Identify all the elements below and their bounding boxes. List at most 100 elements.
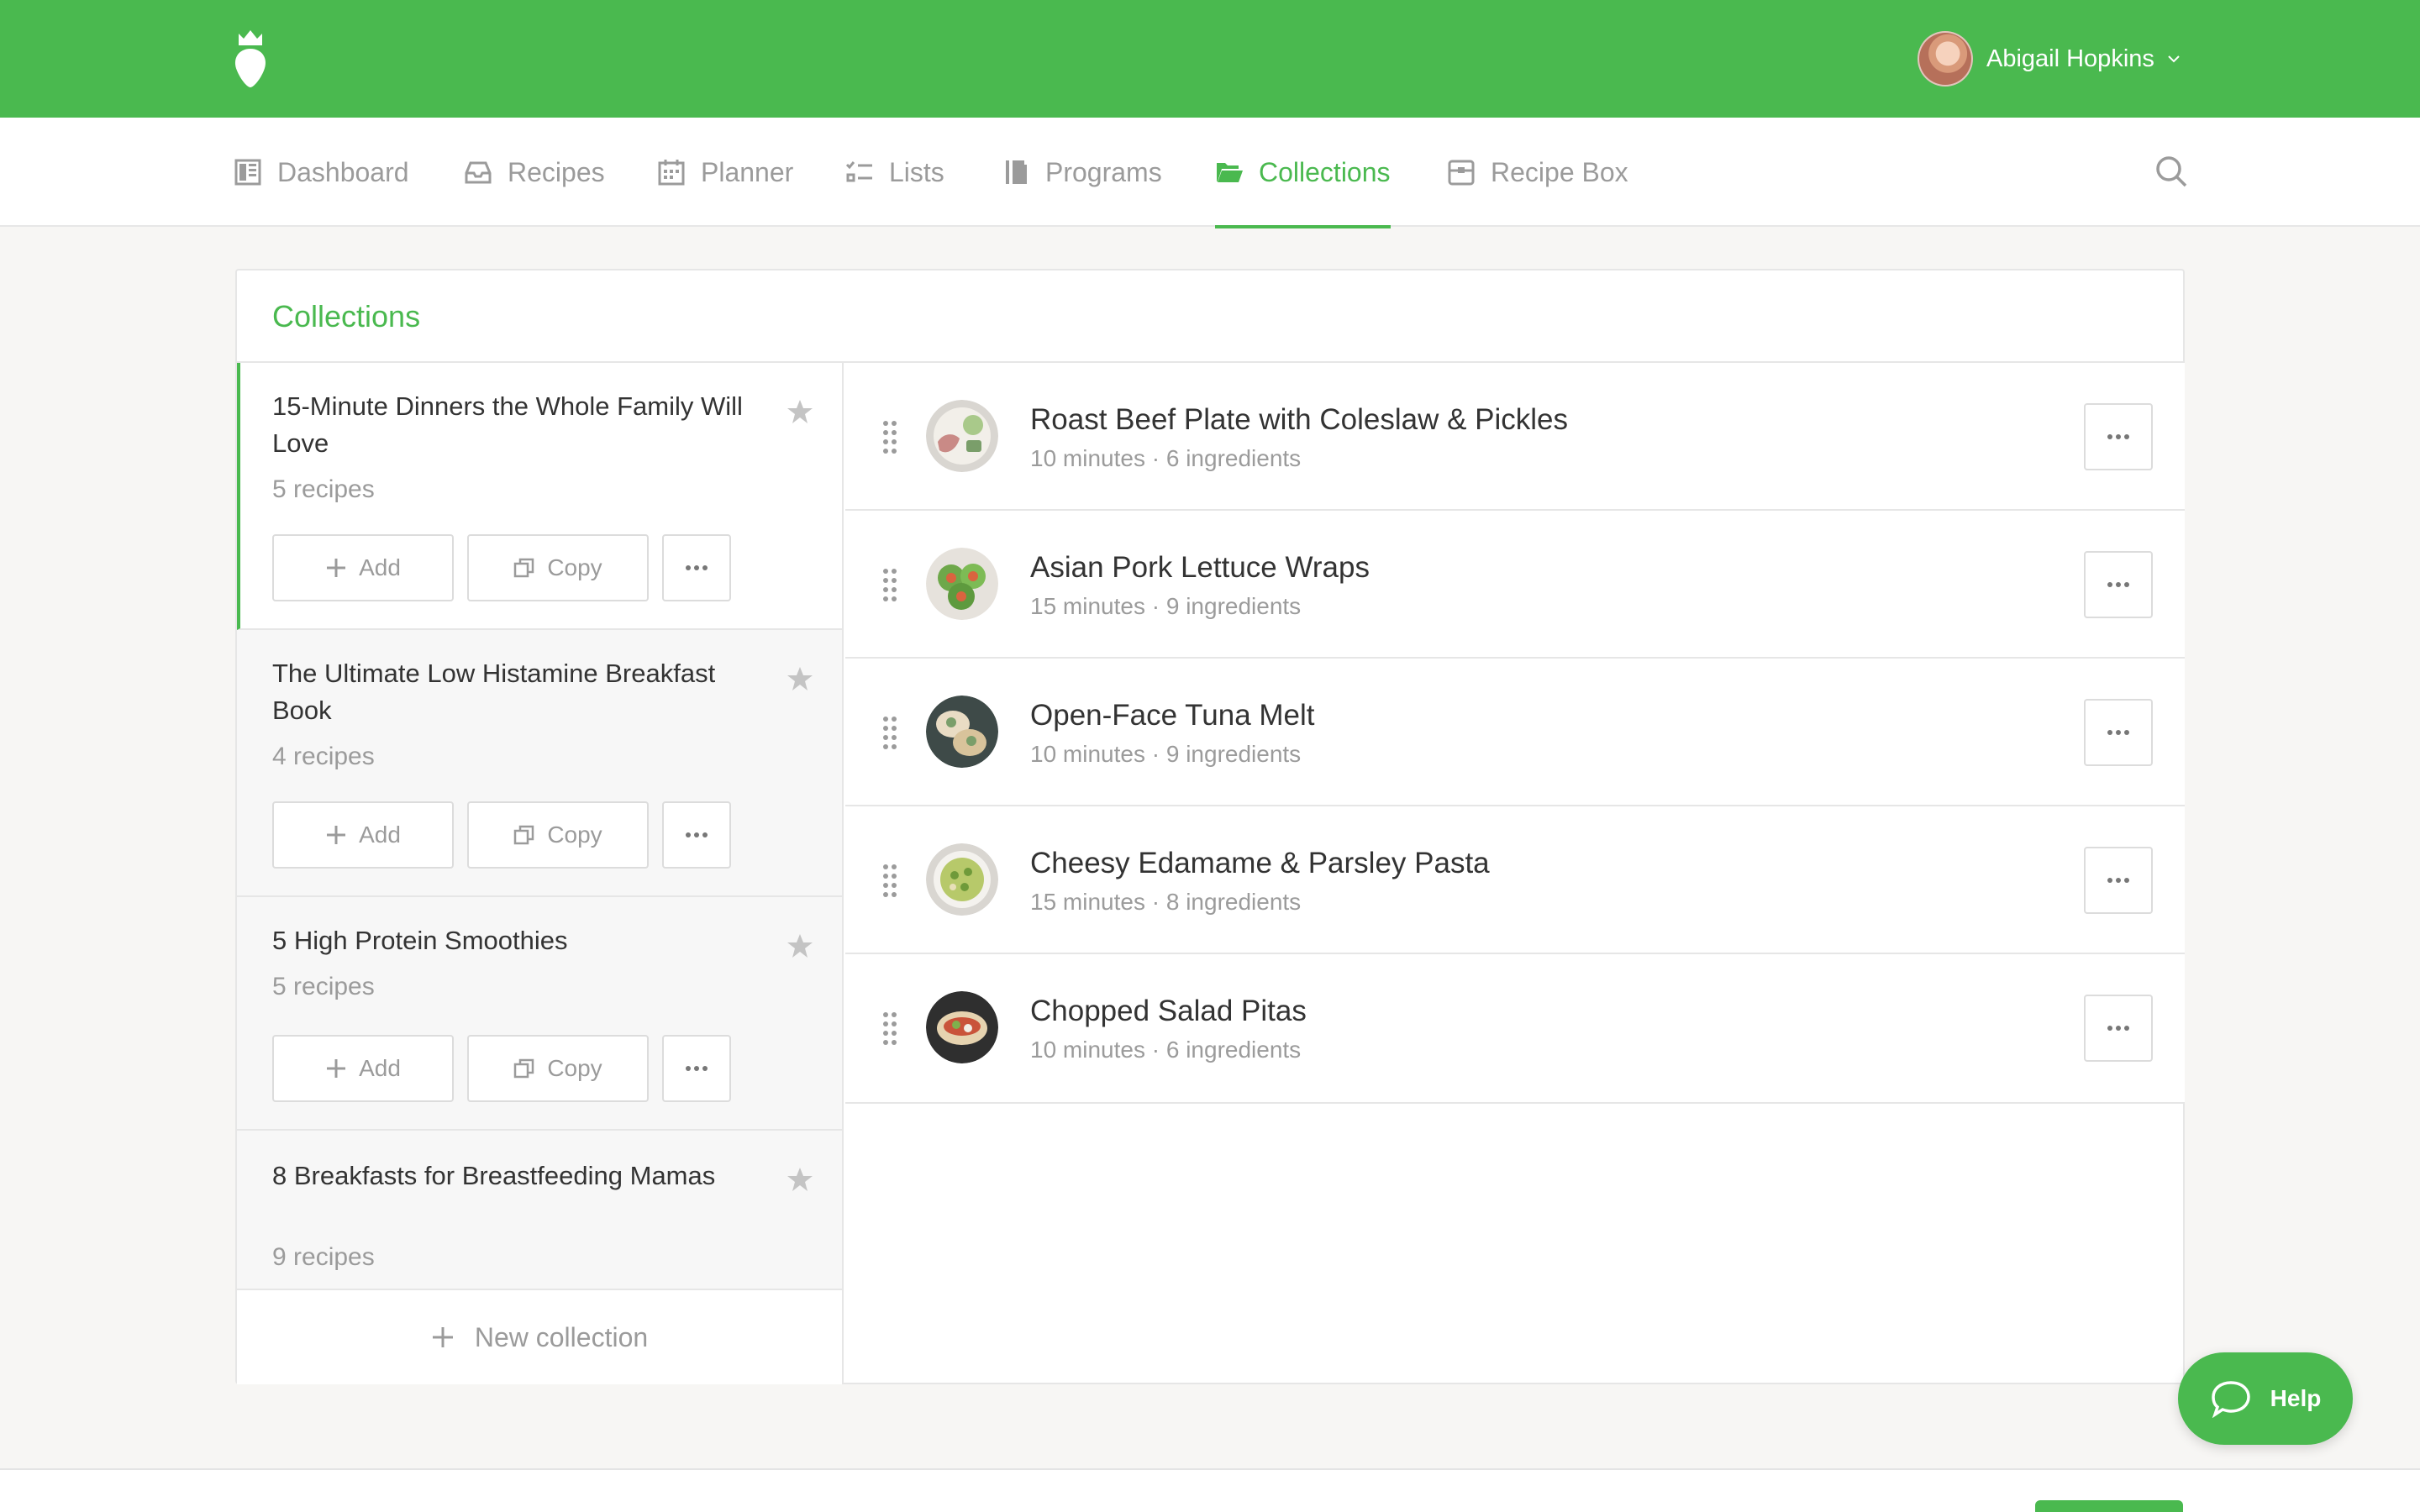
nav-recipe-box[interactable]: Recipe Box: [1447, 118, 1628, 227]
nav-label: Programs: [1045, 156, 1162, 187]
nav-collections[interactable]: Collections: [1215, 118, 1391, 228]
checklist-icon: [845, 161, 872, 182]
collection-title: 5 High Protein Smoothies: [272, 926, 568, 955]
logo-icon[interactable]: [232, 29, 269, 89]
copy-button[interactable]: Copy: [467, 534, 649, 601]
recipe-title: Cheesy Edamame & Parsley Pasta: [1030, 847, 1490, 879]
copy-button[interactable]: Copy: [467, 801, 649, 869]
collections-list: 15-Minute Dinners the Whole Family Will …: [237, 363, 844, 1384]
copy-icon: [514, 825, 534, 845]
recipe-title: Open-Face Tuna Melt: [1030, 699, 1315, 732]
add-button[interactable]: Add: [272, 1035, 454, 1102]
nav-label: Dashboard: [277, 156, 409, 187]
ellipsis-icon: [686, 565, 708, 570]
folder-icon: [1217, 163, 1243, 182]
help-button[interactable]: Help: [2178, 1352, 2353, 1445]
copy-icon: [514, 558, 534, 578]
calendar-icon: [658, 160, 685, 186]
star-icon[interactable]: [786, 665, 813, 692]
new-collection-label: New collection: [474, 1321, 649, 1352]
copy-icon: [514, 1058, 534, 1079]
more-options-button[interactable]: [662, 1035, 731, 1102]
recipe-row[interactable]: Chopped Salad Pitas 10 minutes · 6 ingre…: [845, 954, 2185, 1104]
add-label: Add: [359, 554, 401, 580]
new-collection-button[interactable]: New collection: [237, 1290, 842, 1384]
collection-title: 8 Breakfasts for Breastfeeding Mamas: [272, 1161, 716, 1190]
nav-planner[interactable]: Planner: [657, 118, 793, 227]
collection-title: 15-Minute Dinners the Whole Family Will …: [272, 391, 743, 458]
collections-card: Collections 15-Minute Dinners the Whole …: [235, 269, 2185, 1384]
ellipsis-icon: [2107, 582, 2129, 587]
help-label: Help: [2270, 1385, 2322, 1411]
recipe-title: Asian Pork Lettuce Wraps: [1030, 551, 1370, 584]
recipe-meta: 10 minutes · 6 ingredients: [1030, 1037, 1302, 1063]
nav-recipes[interactable]: Recipes: [464, 118, 605, 227]
recipe-options-button[interactable]: [2084, 995, 2153, 1062]
drag-handle-icon[interactable]: [882, 864, 897, 897]
avatar: [1918, 31, 1973, 87]
recipe-thumbnail[interactable]: [926, 696, 998, 768]
nav-programs[interactable]: Programs: [1002, 118, 1162, 227]
dashboard-icon: [234, 159, 261, 186]
recipe-meta: 10 minutes · 6 ingredients: [1030, 445, 1302, 471]
footer-button[interactable]: [2035, 1500, 2183, 1512]
add-label: Add: [359, 822, 401, 848]
collection-item[interactable]: The Ultimate Low Histamine Breakfast Boo…: [237, 630, 842, 897]
nav-lists[interactable]: Lists: [845, 118, 944, 227]
drag-handle-icon[interactable]: [882, 420, 897, 454]
recipe-row[interactable]: Open-Face Tuna Melt 10 minutes · 9 ingre…: [845, 659, 2185, 806]
collection-item[interactable]: 5 High Protein Smoothies 5 recipes Add C…: [237, 897, 842, 1131]
search-icon[interactable]: [2154, 155, 2188, 188]
recipe-row[interactable]: Roast Beef Plate with Coleslaw & Pickles…: [845, 363, 2185, 511]
plus-icon: [327, 559, 346, 577]
recipes-icon: [465, 161, 492, 184]
recipe-thumbnail[interactable]: [926, 400, 998, 472]
recipe-thumbnail[interactable]: [926, 548, 998, 620]
collection-count: 9 recipes: [272, 1243, 375, 1271]
nav-label: Planner: [701, 156, 794, 187]
star-icon[interactable]: [786, 1166, 813, 1193]
collection-count: 5 recipes: [272, 973, 375, 1000]
collection-count: 5 recipes: [272, 475, 375, 503]
add-button[interactable]: Add: [272, 534, 454, 601]
add-button[interactable]: Add: [272, 801, 454, 869]
plus-icon: [327, 826, 346, 844]
recipe-options-button[interactable]: [2084, 403, 2153, 470]
main-nav: Dashboard Recipes Planner Lists Programs…: [0, 118, 2420, 228]
recipe-thumbnail[interactable]: [926, 991, 998, 1063]
copy-button[interactable]: Copy: [467, 1035, 649, 1102]
user-menu[interactable]: Abigail Hopkins: [1918, 30, 2181, 87]
ellipsis-icon: [2107, 1026, 2129, 1031]
nav-label: Lists: [889, 156, 944, 187]
recipe-title: Chopped Salad Pitas: [1030, 995, 1307, 1027]
nav-dashboard[interactable]: Dashboard: [234, 118, 409, 227]
recipe-options-button[interactable]: [2084, 699, 2153, 766]
chat-bubble-icon: [2211, 1381, 2250, 1418]
recipe-options-button[interactable]: [2084, 551, 2153, 618]
drag-handle-icon[interactable]: [882, 716, 897, 749]
copy-label: Copy: [547, 822, 602, 848]
plus-icon: [432, 1327, 453, 1347]
drag-handle-icon[interactable]: [882, 1011, 897, 1045]
collection-item[interactable]: 8 Breakfasts for Breastfeeding Mamas 9 r…: [237, 1131, 842, 1290]
ellipsis-icon: [686, 832, 708, 837]
drag-handle-icon[interactable]: [882, 568, 897, 601]
user-name: Abigail Hopkins: [1986, 45, 2154, 72]
ellipsis-icon: [2107, 434, 2129, 439]
more-options-button[interactable]: [662, 801, 731, 869]
nav-label: Collections: [1259, 156, 1391, 187]
chevron-down-icon: [2168, 55, 2180, 63]
recipe-row[interactable]: Asian Pork Lettuce Wraps 15 minutes · 9 …: [845, 511, 2185, 659]
collection-item[interactable]: 15-Minute Dinners the Whole Family Will …: [237, 363, 842, 630]
star-icon[interactable]: [786, 932, 813, 959]
more-options-button[interactable]: [662, 534, 731, 601]
nav-label: Recipes: [508, 156, 605, 187]
recipe-thumbnail[interactable]: [926, 843, 998, 916]
recipe-options-button[interactable]: [2084, 847, 2153, 914]
recipe-row[interactable]: Cheesy Edamame & Parsley Pasta 15 minute…: [845, 806, 2185, 954]
collection-count: 4 recipes: [272, 743, 375, 770]
recipe-meta: 15 minutes · 9 ingredients: [1030, 593, 1302, 619]
plus-icon: [327, 1059, 346, 1078]
star-icon[interactable]: [786, 398, 813, 425]
copy-label: Copy: [547, 1055, 602, 1081]
